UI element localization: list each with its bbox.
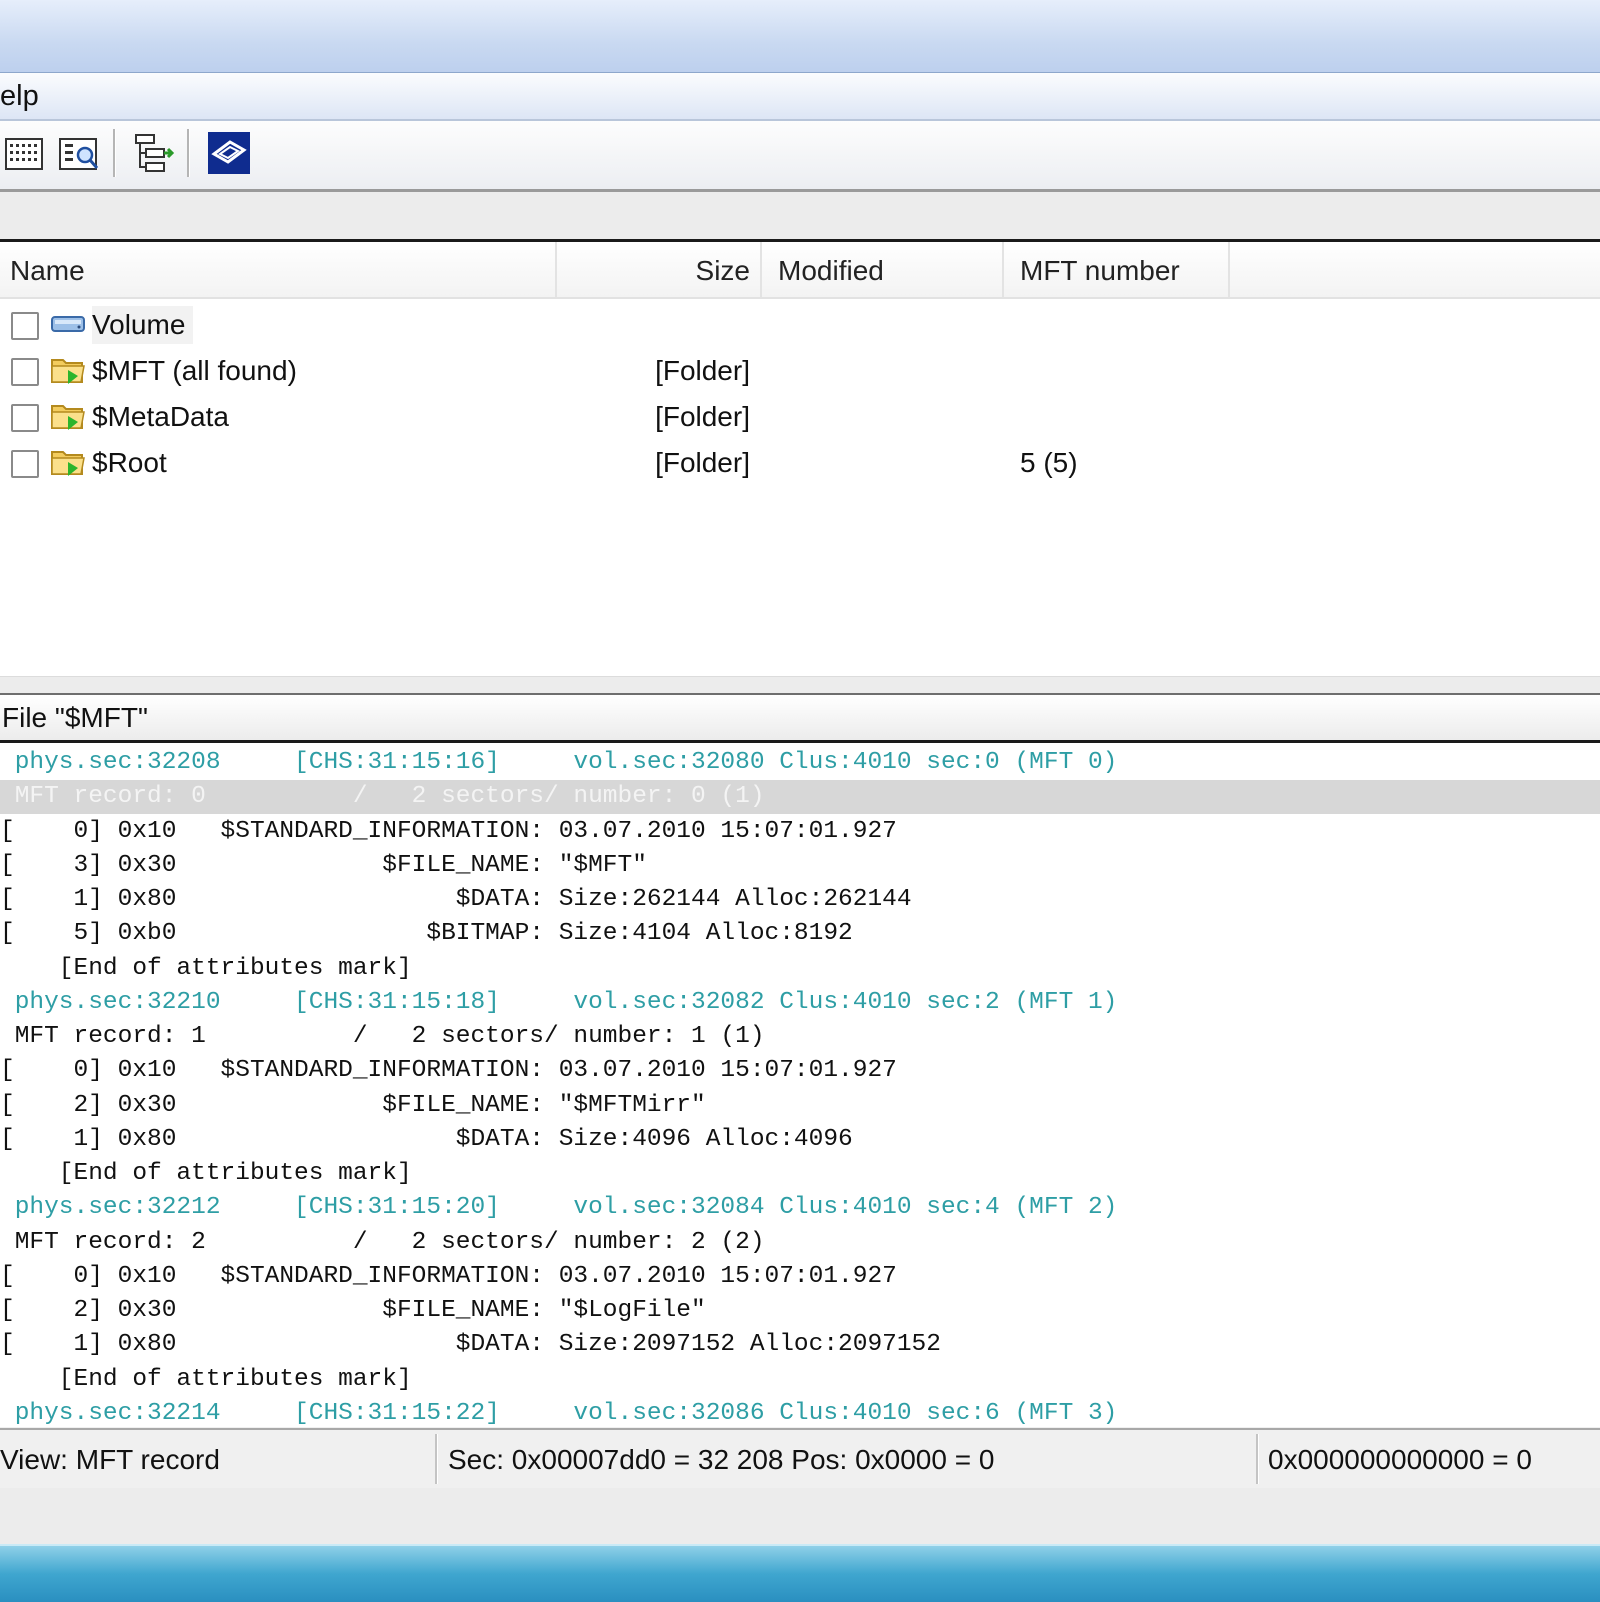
path-bar — [0, 192, 1600, 242]
item-name: $MFT (all found) — [92, 355, 297, 386]
drive-icon — [50, 308, 86, 340]
folder-icon — [50, 354, 86, 386]
attribute-line[interactable]: [End of attributes mark] — [0, 952, 1600, 986]
attribute-line[interactable]: [ 1] 0x80 $DATA: Size:4096 Alloc:4096 — [0, 1123, 1600, 1157]
record-line[interactable]: MFT record: 1 / 2 sectors/ number: 1 (1) — [0, 1020, 1600, 1054]
attribute-line[interactable]: [ 3] 0x30 $FILE_NAME: "$MFT" — [0, 849, 1600, 883]
file-list-pane: Name Size Modified MFT number Volume $MF… — [0, 242, 1600, 676]
column-size[interactable]: Size — [557, 242, 762, 297]
pane-splitter[interactable] — [0, 676, 1600, 696]
list-item[interactable]: $MetaData [Folder] — [0, 394, 1600, 440]
status-view-mode: View: MFT record — [0, 1444, 220, 1475]
record-line[interactable]: MFT record: 2 / 2 sectors/ number: 2 (2) — [0, 1226, 1600, 1260]
title-bar — [0, 0, 1600, 73]
sector-line[interactable]: phys.sec:32210 [CHS:31:15:18] vol.sec:32… — [0, 986, 1600, 1020]
item-name: $MetaData — [92, 401, 229, 432]
toolbar — [0, 121, 1600, 192]
list-item[interactable]: Volume — [0, 302, 1600, 348]
record-line[interactable]: MFT record: 0 / 2 sectors/ number: 0 (1) — [0, 780, 1600, 815]
attribute-line[interactable]: [ 1] 0x80 $DATA: Size:262144 Alloc:26214… — [0, 883, 1600, 917]
attribute-line[interactable]: [ 0] 0x10 $STANDARD_INFORMATION: 03.07.2… — [0, 815, 1600, 849]
status-separator — [435, 1434, 438, 1484]
item-name: $Root — [92, 447, 167, 478]
status-bar: View: MFT record Sec: 0x00007dd0 = 32 20… — [0, 1428, 1600, 1490]
attribute-line[interactable]: [ 5] 0xb0 $BITMAP: Size:4104 Alloc:8192 — [0, 917, 1600, 951]
item-size: [Folder] — [655, 447, 750, 478]
attribute-line[interactable]: [ 2] 0x30 $FILE_NAME: "$LogFile" — [0, 1294, 1600, 1328]
folder-icon — [50, 446, 86, 478]
attribute-line[interactable]: [ 0] 0x10 $STANDARD_INFORMATION: 03.07.2… — [0, 1260, 1600, 1294]
item-checkbox[interactable] — [11, 404, 39, 432]
list-item[interactable]: $MFT (all found) [Folder] — [0, 348, 1600, 394]
toolbar-separator — [113, 129, 116, 177]
attribute-line[interactable]: [ 1] 0x80 $DATA: Size:2097152 Alloc:2097… — [0, 1328, 1600, 1362]
item-name: Volume — [92, 306, 194, 344]
folder-icon — [50, 400, 86, 432]
item-checkbox[interactable] — [11, 358, 39, 386]
item-size: [Folder] — [655, 355, 750, 386]
menu-help[interactable]: elp — [0, 80, 39, 113]
item-checkbox[interactable] — [11, 312, 39, 340]
attribute-line[interactable]: [ 0] 0x10 $STANDARD_INFORMATION: 03.07.2… — [0, 1054, 1600, 1088]
status-sector: Sec: 0x00007dd0 = 32 208 Pos: 0x0000 = 0 — [448, 1444, 995, 1475]
attribute-line[interactable]: [End of attributes mark] — [0, 1363, 1600, 1397]
hex-view-icon[interactable] — [2, 131, 46, 175]
column-modified[interactable]: Modified — [762, 242, 1004, 297]
column-header-row: Name Size Modified MFT number — [0, 242, 1600, 299]
app-logo-icon[interactable] — [208, 132, 250, 174]
sector-line[interactable]: phys.sec:32212 [CHS:31:15:20] vol.sec:32… — [0, 1191, 1600, 1225]
tree-export-icon[interactable] — [132, 131, 176, 175]
status-separator — [1256, 1434, 1259, 1484]
file-view-title: File "$MFT" — [2, 702, 148, 733]
attribute-line[interactable]: [ 2] 0x30 $FILE_NAME: "$MFTMirr" — [0, 1089, 1600, 1123]
properties-search-icon[interactable] — [57, 131, 101, 175]
item-mft: 5 (5) — [1020, 447, 1078, 478]
column-mft-number[interactable]: MFT number — [1004, 242, 1230, 297]
file-view-header: File "$MFT" — [0, 695, 1600, 743]
bottom-panel — [0, 1488, 1600, 1544]
status-offset: 0x000000000000 = 0 — [1268, 1444, 1532, 1475]
column-name[interactable]: Name — [0, 242, 557, 297]
list-item[interactable]: $Root [Folder] 5 (5) — [0, 440, 1600, 486]
mft-record-view[interactable]: phys.sec:32208 [CHS:31:15:16] vol.sec:32… — [0, 743, 1600, 1427]
item-checkbox[interactable] — [11, 450, 39, 478]
menu-bar: elp — [0, 73, 1600, 121]
taskbar — [0, 1544, 1600, 1602]
item-size: [Folder] — [655, 401, 750, 432]
toolbar-separator — [187, 129, 190, 177]
attribute-line[interactable]: [End of attributes mark] — [0, 1157, 1600, 1191]
sector-line[interactable]: phys.sec:32208 [CHS:31:15:16] vol.sec:32… — [0, 746, 1600, 780]
sector-line[interactable]: phys.sec:32214 [CHS:31:15:22] vol.sec:32… — [0, 1397, 1600, 1427]
